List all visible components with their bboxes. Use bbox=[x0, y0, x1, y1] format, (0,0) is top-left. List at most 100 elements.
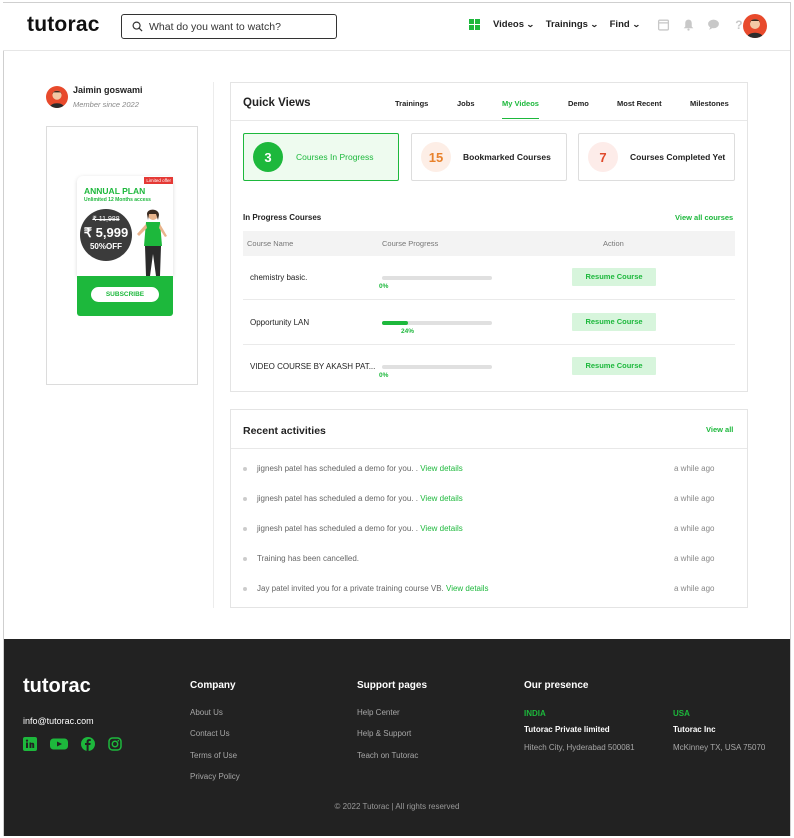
tab-trainings[interactable]: Trainings bbox=[395, 99, 428, 118]
tutorac-logo[interactable]: tutorac bbox=[27, 13, 100, 37]
ad-plan-subtitle: Unlimited 12 Months access bbox=[84, 197, 151, 203]
view-details-link[interactable]: View details bbox=[420, 494, 463, 503]
card-label: Courses In Progress bbox=[296, 152, 374, 162]
card-label: Bookmarked Courses bbox=[463, 152, 551, 162]
progress-bar bbox=[382, 276, 492, 280]
tab-most-recent[interactable]: Most Recent bbox=[617, 99, 662, 118]
ad-price-circle: ₹ 11,988 ₹ 5,999 50%OFF bbox=[80, 209, 132, 261]
profile-avatar bbox=[46, 86, 68, 108]
nav-find-label: Find bbox=[609, 19, 630, 30]
resume-course-button[interactable]: Resume Course bbox=[572, 268, 656, 286]
col-course-progress: Course Progress bbox=[382, 239, 439, 248]
bullet-icon bbox=[243, 497, 247, 501]
view-details-link[interactable]: View details bbox=[420, 524, 463, 533]
support-title: Support pages bbox=[357, 680, 428, 691]
old-price: ₹ 11,988 bbox=[92, 216, 120, 223]
card-count: 15 bbox=[421, 142, 451, 172]
youtube-icon[interactable] bbox=[50, 737, 68, 751]
chat-icon[interactable] bbox=[707, 18, 720, 31]
activity-time: a while ago bbox=[674, 494, 715, 503]
nav-videos[interactable]: Videos ⌄ bbox=[493, 19, 535, 30]
courses-completed-card[interactable]: 7 Courses Completed Yet bbox=[578, 133, 735, 181]
footer-link-contact[interactable]: Contact Us bbox=[190, 729, 230, 738]
progress-percent: 24% bbox=[401, 328, 415, 335]
bell-icon[interactable] bbox=[682, 18, 695, 31]
nav-trainings[interactable]: Trainings ⌄ bbox=[546, 19, 599, 30]
user-avatar[interactable] bbox=[743, 14, 767, 38]
view-all-activities-link[interactable]: View all bbox=[706, 425, 733, 434]
quick-views-title: Quick Views bbox=[243, 97, 311, 109]
recent-activities-panel: Recent activities View all jignesh patel… bbox=[230, 409, 748, 608]
view-details-link[interactable]: View details bbox=[446, 584, 489, 593]
linkedin-icon[interactable] bbox=[23, 737, 37, 751]
column-divider bbox=[213, 82, 214, 608]
profile-name: Jaimin goswami bbox=[73, 85, 143, 95]
footer-link-help-center[interactable]: Help Center bbox=[357, 708, 400, 717]
view-details-link[interactable]: View details bbox=[420, 464, 463, 473]
in-progress-title: In Progress Courses bbox=[243, 213, 322, 222]
address-india: Hitech City, Hyderabad 500081 bbox=[524, 743, 635, 752]
footer-link-privacy[interactable]: Privacy Policy bbox=[190, 772, 240, 781]
presence-title: Our presence bbox=[524, 680, 589, 691]
progress-bar bbox=[382, 321, 492, 325]
calendar-icon[interactable] bbox=[657, 18, 670, 31]
apps-grid-icon[interactable] bbox=[469, 19, 480, 30]
main-nav: Videos ⌄ Trainings ⌄ Find ⌄ ? bbox=[469, 18, 745, 32]
annual-plan-ad[interactable]: Limited offer ANNUAL PLAN Unlimited 12 M… bbox=[77, 176, 173, 316]
ad-plan-title: ANNUAL PLAN bbox=[84, 186, 146, 196]
address-usa: McKinney TX, USA 75070 bbox=[673, 743, 766, 752]
tab-my-videos[interactable]: My Videos bbox=[502, 99, 539, 119]
activity-text: jignesh patel has scheduled a demo for y… bbox=[257, 524, 418, 533]
footer-link-teach[interactable]: Teach on Tutorac bbox=[357, 751, 418, 760]
company-title: Company bbox=[190, 680, 236, 691]
courses-in-progress-card[interactable]: 3 Courses In Progress bbox=[243, 133, 399, 181]
col-course-name: Course Name bbox=[247, 239, 294, 248]
card-label: Courses Completed Yet bbox=[630, 152, 726, 162]
person-illustration bbox=[137, 209, 167, 276]
discount: 50%OFF bbox=[89, 242, 122, 251]
progress-percent: 0% bbox=[379, 283, 389, 290]
progress-bar bbox=[382, 365, 492, 369]
country-india: INDIA bbox=[524, 709, 546, 718]
new-price: ₹ 5,999 bbox=[83, 225, 129, 240]
subscribe-button[interactable]: SUBSCRIBE bbox=[91, 287, 159, 302]
view-all-courses-link[interactable]: View all courses bbox=[675, 213, 733, 222]
tab-milestones[interactable]: Milestones bbox=[690, 99, 729, 118]
col-action: Action bbox=[603, 239, 624, 248]
course-name: VIDEO COURSE BY AKASH PAT... bbox=[250, 362, 376, 371]
nav-videos-label: Videos bbox=[493, 19, 524, 30]
resume-course-button[interactable]: Resume Course bbox=[572, 357, 656, 375]
company-india: Tutorac Private limited bbox=[524, 725, 610, 734]
ad-footer: SUBSCRIBE bbox=[77, 276, 173, 316]
search-bar[interactable] bbox=[121, 14, 337, 39]
activity-text: Jay patel invited you for a private trai… bbox=[257, 584, 444, 593]
search-input[interactable] bbox=[149, 20, 329, 33]
facebook-icon[interactable] bbox=[81, 737, 95, 751]
card-count: 3 bbox=[253, 142, 283, 172]
course-name: chemistry basic. bbox=[250, 273, 308, 282]
footer-link-about[interactable]: About Us bbox=[190, 708, 223, 717]
resume-course-button[interactable]: Resume Course bbox=[572, 313, 656, 331]
bullet-icon bbox=[243, 587, 247, 591]
tabs-divider bbox=[231, 120, 747, 121]
bullet-icon bbox=[243, 557, 247, 561]
country-usa: USA bbox=[673, 709, 690, 718]
tab-demo[interactable]: Demo bbox=[568, 99, 589, 118]
footer-link-terms[interactable]: Terms of Use bbox=[190, 751, 237, 760]
limited-offer-badge: Limited offer bbox=[144, 177, 173, 184]
activity-time: a while ago bbox=[674, 584, 715, 593]
instagram-icon[interactable] bbox=[108, 737, 122, 751]
activity-text: Training has been cancelled. bbox=[257, 554, 359, 563]
nav-find[interactable]: Find ⌄ bbox=[609, 19, 641, 30]
bullet-icon bbox=[243, 467, 247, 471]
bookmarked-courses-card[interactable]: 15 Bookmarked Courses bbox=[411, 133, 567, 181]
footer-logo[interactable]: tutorac bbox=[23, 675, 91, 698]
tab-jobs[interactable]: Jobs bbox=[457, 99, 475, 118]
footer-email[interactable]: info@tutorac.com bbox=[23, 716, 94, 726]
activities-divider bbox=[231, 448, 747, 449]
activity-time: a while ago bbox=[674, 524, 715, 533]
footer-link-help-support[interactable]: Help & Support bbox=[357, 729, 411, 738]
progress-fill bbox=[382, 321, 409, 325]
copyright: © 2022 Tutorac | All rights reserved bbox=[334, 802, 460, 811]
table-row: chemistry basic. 0% Resume Course bbox=[243, 256, 735, 300]
